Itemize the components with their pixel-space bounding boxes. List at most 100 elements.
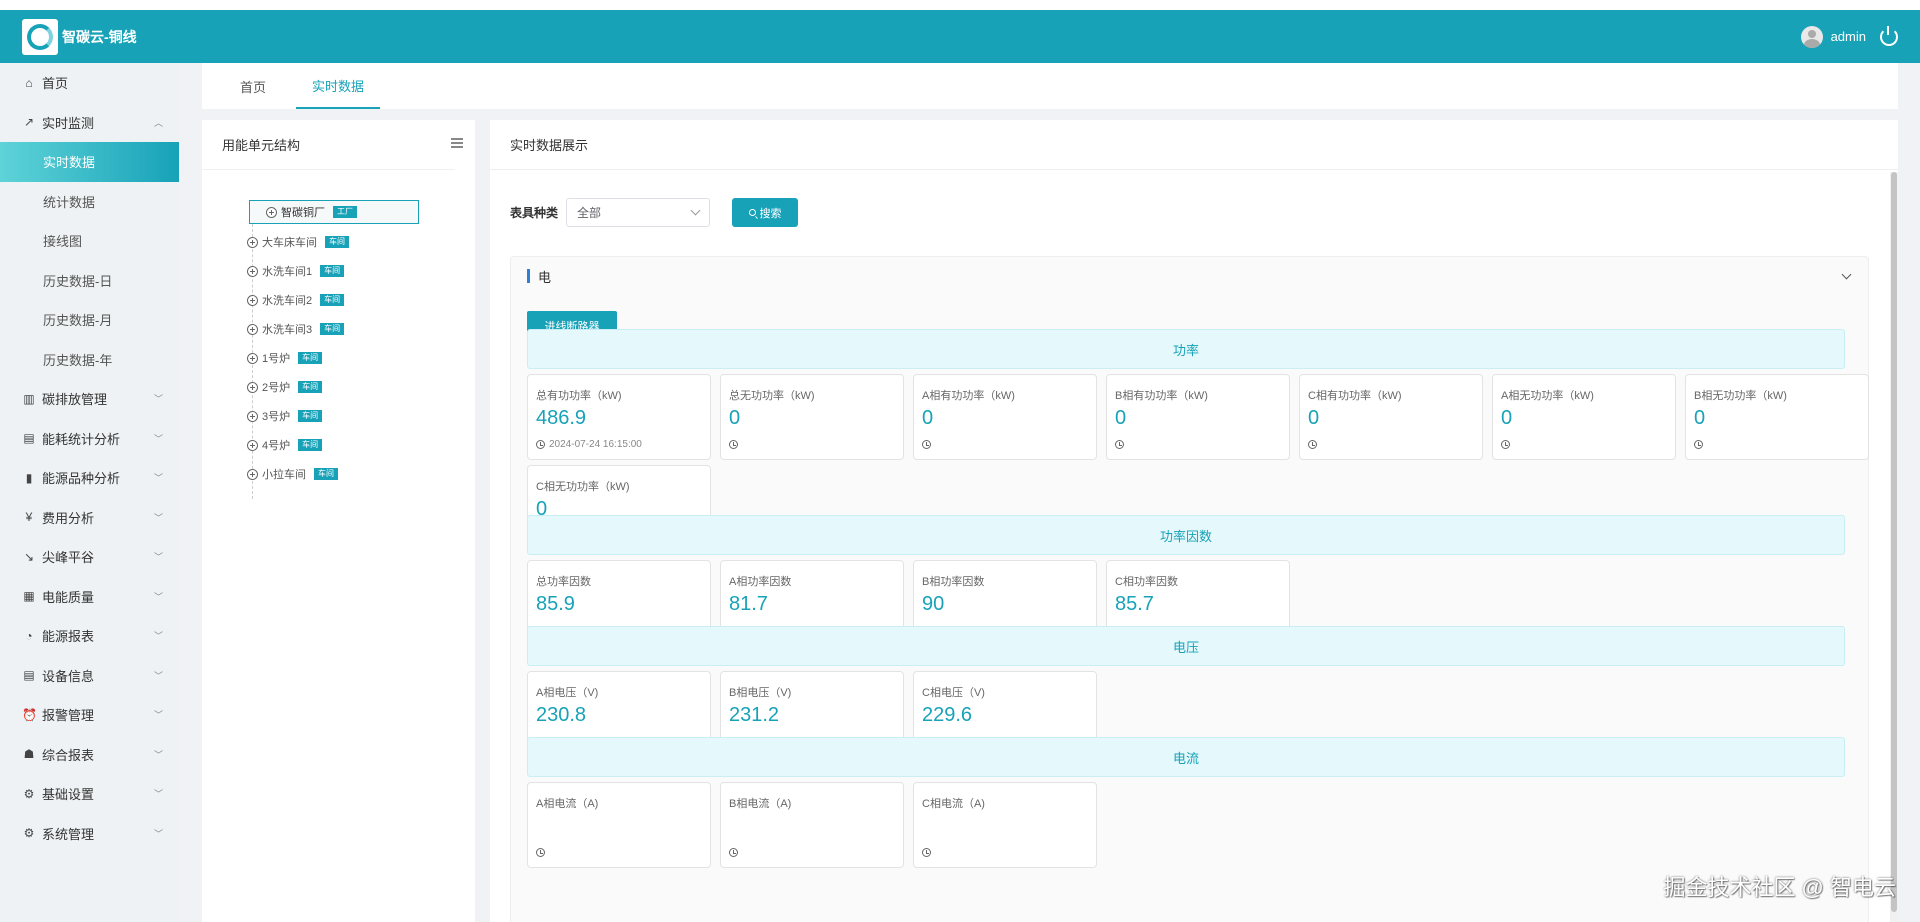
chevron-down-icon[interactable] bbox=[1841, 269, 1852, 280]
sidebar-sub-realtime-data[interactable]: 实时数据 bbox=[0, 142, 179, 182]
tree-node[interactable]: 大车床车间 车间 bbox=[247, 233, 349, 251]
panel-header: 用能单元结构 bbox=[202, 120, 463, 170]
sidebar-item-peak-valley[interactable]: ↘ 尖峰平谷 ﹀ bbox=[0, 537, 179, 577]
metric-card: A相无功功率（kW) 0 bbox=[1492, 374, 1676, 460]
chevron-down-icon: ﹀ bbox=[153, 710, 163, 721]
sidebar-sub-history-year[interactable]: 历史数据-年 bbox=[0, 340, 179, 380]
expand-icon[interactable] bbox=[247, 236, 258, 248]
clock-icon bbox=[1308, 439, 1317, 449]
expand-icon[interactable] bbox=[247, 352, 258, 364]
line-chart-icon: ↘ bbox=[23, 549, 35, 564]
power-icon[interactable] bbox=[1880, 25, 1898, 46]
tree-root-node[interactable]: 智碳铜厂 工厂 bbox=[249, 200, 419, 224]
tree-node[interactable]: 水洗车间2 车间 bbox=[247, 291, 345, 309]
metric-card: B相电流（A) bbox=[720, 782, 904, 868]
realtime-data-panel: 实时数据展示 表具种类 全部 搜索 电 进线断路器 功率 总有功功率（kW) 486… bbox=[490, 120, 1898, 922]
metric-card: A相电流（A) bbox=[527, 782, 711, 868]
expand-icon[interactable] bbox=[247, 381, 258, 393]
header-user-area: admin bbox=[1800, 10, 1898, 63]
clock-icon bbox=[1501, 439, 1510, 449]
metric-label: C相无功功率（kW) bbox=[536, 481, 630, 493]
tree-node[interactable]: 1号炉 车间 bbox=[247, 349, 323, 367]
app-title: 智碳云-铜线 bbox=[62, 28, 137, 45]
metric-value: 0 bbox=[729, 407, 741, 429]
sidebar-item-label: 碳排放管理 bbox=[42, 392, 108, 408]
app-header: 智碳云-铜线 admin bbox=[0, 10, 1920, 63]
sidebar-item-basic-settings[interactable]: ⚙ 基础设置 ﹀ bbox=[0, 774, 179, 814]
sidebar-item-label: 实时监测 bbox=[42, 115, 95, 131]
metric-timestamp bbox=[729, 437, 895, 451]
sidebar-sub-history-month[interactable]: 历史数据-月 bbox=[0, 300, 179, 340]
panel-title: 用能单元结构 bbox=[222, 138, 301, 153]
chevron-up-icon: ︿ bbox=[153, 117, 163, 128]
tree-node[interactable]: 2号炉 车间 bbox=[247, 378, 323, 396]
sidebar-sub-stat-data[interactable]: 统计数据 bbox=[0, 182, 179, 222]
sidebar-item-home[interactable]: ⌂ 首页 bbox=[0, 63, 179, 103]
section-header[interactable]: 电 bbox=[511, 257, 1868, 295]
scrollbar[interactable] bbox=[1890, 172, 1898, 922]
chevron-down-icon: ﹀ bbox=[153, 749, 163, 760]
expand-icon[interactable] bbox=[247, 410, 258, 422]
tree-node[interactable]: 水洗车间3 车间 bbox=[247, 320, 345, 338]
clock-icon bbox=[536, 847, 545, 857]
expand-icon[interactable] bbox=[247, 323, 258, 335]
search-button[interactable]: 搜索 bbox=[732, 198, 799, 227]
sidebar-item-carbon[interactable]: ▥ 碳排放管理 ﹀ bbox=[0, 379, 179, 419]
sidebar-item-realtime-monitor[interactable]: ↗ 实时监测 ︿ bbox=[0, 103, 179, 143]
tree-node[interactable]: 4号炉 车间 bbox=[247, 436, 323, 454]
tree-node[interactable]: 水洗车间1 车间 bbox=[247, 262, 345, 280]
username[interactable]: admin bbox=[1831, 29, 1866, 44]
metric-value: 230.8 bbox=[536, 704, 587, 726]
app-logo[interactable] bbox=[22, 18, 58, 55]
metric-label: 总有功功率（kW) bbox=[536, 390, 622, 402]
sidebar-item-device-info[interactable]: ▤ 设备信息 ﹀ bbox=[0, 656, 179, 696]
node-tag: 车间 bbox=[320, 265, 345, 277]
sidebar-item-overall-report[interactable]: ☗ 综合报表 ﹀ bbox=[0, 735, 179, 775]
sidebar-item-system[interactable]: ⚙ 系统管理 ﹀ bbox=[0, 814, 179, 854]
metric-group-header: 电流 bbox=[527, 737, 1845, 777]
tab-home[interactable]: 首页 bbox=[222, 63, 284, 109]
metric-card: C相有功功率（kW) 0 bbox=[1299, 374, 1483, 460]
electricity-section: 电 进线断路器 功率 总有功功率（kW) 486.9 2024-07-24 16:15… bbox=[510, 256, 1869, 922]
sidebar-sub-wiring[interactable]: 接线图 bbox=[0, 221, 179, 261]
tree-node[interactable]: 3号炉 车间 bbox=[247, 407, 323, 425]
menu-icon[interactable] bbox=[451, 138, 463, 148]
meter-type-label: 表具种类 bbox=[510, 206, 559, 220]
expand-icon[interactable] bbox=[247, 468, 258, 480]
tree-node-label: 4号炉 bbox=[262, 440, 291, 452]
doc-icon: ▤ bbox=[23, 668, 35, 683]
expand-icon[interactable] bbox=[247, 294, 258, 306]
metric-value: 0 bbox=[1115, 407, 1127, 429]
sidebar-item-energy-types[interactable]: ▮ 能源品种分析 ﹀ bbox=[0, 458, 179, 498]
sidebar-item-cost[interactable]: ¥ 费用分析 ﹀ bbox=[0, 498, 179, 538]
expand-icon[interactable] bbox=[247, 265, 258, 277]
sidebar-item-energy-stats[interactable]: ▤ 能耗统计分析 ﹀ bbox=[0, 419, 179, 459]
tree-node[interactable]: 小拉车间 车间 bbox=[247, 465, 338, 483]
expand-icon[interactable] bbox=[247, 439, 258, 451]
sidebar-item-alarm[interactable]: ⏰ 报警管理 ﹀ bbox=[0, 695, 179, 735]
metric-card: C相电流（A) bbox=[913, 782, 1097, 868]
sidebar-item-energy-report[interactable]: ◔ 能源报表 ﹀ bbox=[0, 616, 179, 656]
sidebar-item-label: 费用分析 bbox=[42, 510, 95, 526]
chevron-down-icon: ﹀ bbox=[153, 552, 163, 563]
tab-bar: 首页 实时数据 bbox=[202, 63, 1898, 109]
metric-card: 总有功功率（kW) 486.9 2024-07-24 16:15:00 bbox=[527, 374, 711, 460]
meter-type-select[interactable]: 全部 bbox=[566, 198, 711, 227]
metric-value: 0 bbox=[1308, 407, 1320, 429]
yen-icon: ¥ bbox=[25, 510, 33, 525]
node-tag: 工厂 bbox=[333, 206, 357, 218]
expand-icon[interactable] bbox=[266, 206, 277, 218]
tree-node-label: 小拉车间 bbox=[262, 469, 306, 481]
avatar[interactable] bbox=[1800, 25, 1823, 48]
chevron-down-icon bbox=[690, 205, 701, 216]
metric-label: A相有功功率（kW) bbox=[922, 390, 1015, 402]
tree-node-label: 3号炉 bbox=[262, 411, 291, 423]
metric-timestamp bbox=[1115, 437, 1281, 451]
scrollbar-thumb[interactable] bbox=[1891, 172, 1897, 912]
metric-card: 总无功功率（kW) 0 bbox=[720, 374, 904, 460]
sidebar-sub-history-day[interactable]: 历史数据-日 bbox=[0, 261, 179, 301]
metric-group-header: 功率 bbox=[527, 329, 1845, 369]
tab-realtime-data[interactable]: 实时数据 bbox=[296, 63, 381, 109]
metric-label: B相有功功率（kW) bbox=[1115, 390, 1208, 402]
sidebar-item-power-quality[interactable]: ▦ 电能质量 ﹀ bbox=[0, 577, 179, 617]
